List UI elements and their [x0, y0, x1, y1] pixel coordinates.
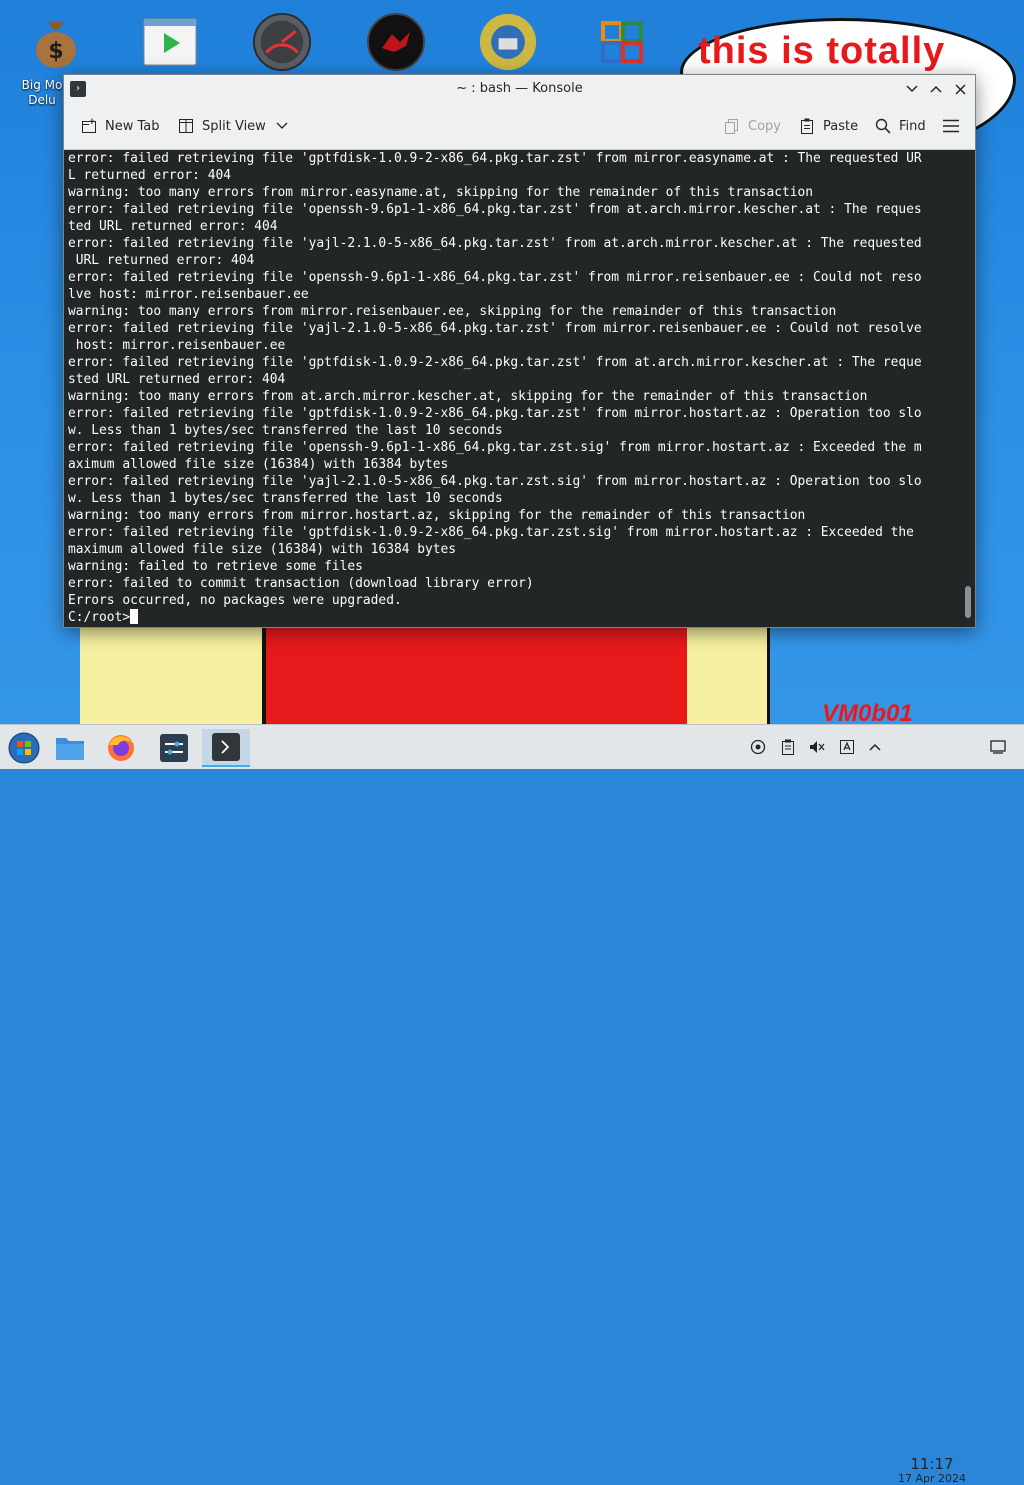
text-cursor — [130, 609, 139, 624]
wallpaper-yellow-shape-left — [80, 620, 262, 724]
terminal-line: error: failed retrieving file 'yajl-2.1.… — [68, 474, 922, 489]
copy-icon — [723, 117, 741, 135]
chevron-down-icon[interactable] — [902, 79, 922, 99]
terminal-icon — [212, 733, 240, 761]
terminal-line: L returned error: 404 — [68, 168, 231, 183]
terminal-line: URL returned error: 404 — [68, 253, 255, 268]
wallpaper-red-shape — [262, 620, 695, 724]
terminal-text: error: failed retrieving file 'gptfdisk-… — [68, 150, 922, 626]
terminal-prompt[interactable]: C:/root> — [68, 609, 922, 626]
window-title: ~ : bash — Konsole — [456, 81, 583, 96]
svg-text:$: $ — [48, 39, 63, 64]
terminal-line: Errors occurred, no packages were upgrad… — [68, 593, 402, 608]
terminal-line: error: failed retrieving file 'gptfdisk-… — [68, 406, 922, 421]
desktop-icon-label[interactable]: Big Mo Delu — [18, 78, 66, 108]
find-button[interactable]: Find — [874, 115, 926, 137]
terminal-line: sted URL returned error: 404 — [68, 372, 286, 387]
toolbar: New Tab Split View Copy Paste Find — [64, 103, 975, 150]
split-view-label: Split View — [202, 118, 266, 134]
clock-date[interactable]: 17 Apr 2024 — [890, 1472, 974, 1485]
scrollbar[interactable] — [962, 150, 975, 627]
scrollbar-thumb[interactable] — [965, 586, 971, 618]
clock-time[interactable]: 11:17 — [900, 1455, 964, 1473]
terminal-output[interactable]: error: failed retrieving file 'gptfdisk-… — [64, 150, 962, 627]
terminal-line: host: mirror.reisenbauer.ee — [68, 338, 286, 353]
volume-muted-icon[interactable] — [808, 738, 826, 756]
konsole-window: › ~ : bash — Konsole New Tab Split View — [63, 74, 976, 628]
chevron-up-icon[interactable] — [866, 738, 884, 756]
paste-label: Paste — [823, 118, 859, 134]
office-grid-icon[interactable] — [592, 12, 652, 72]
file-manager-button[interactable] — [48, 729, 92, 767]
terminal-line: warning: too many errors from mirror.hos… — [68, 508, 806, 523]
speech-bubble-text: this is totally — [698, 30, 946, 72]
chevron-down-icon[interactable] — [273, 117, 291, 135]
terminal-line: aximum allowed file size (16384) with 16… — [68, 457, 449, 472]
speedometer-icon[interactable] — [252, 12, 312, 72]
terminal-line: ted URL returned error: 404 — [68, 219, 278, 234]
hamburger-menu-icon — [942, 117, 960, 135]
sun-globe-icon[interactable] — [478, 12, 538, 72]
terminal-line: lve host: mirror.reisenbauer.ee — [68, 287, 309, 302]
folder-icon — [56, 738, 84, 760]
copy-label: Copy — [748, 118, 781, 134]
paste-button[interactable]: Paste — [798, 115, 858, 137]
split-view-icon — [177, 117, 195, 135]
paste-icon — [798, 117, 816, 135]
windows-orb-icon — [8, 732, 40, 764]
terminal-line: warning: failed to retrieve some files — [68, 559, 363, 574]
network-icon[interactable] — [749, 738, 767, 756]
clipboard-icon[interactable] — [779, 738, 797, 756]
terminal-line: error: failed retrieving file 'gptfdisk-… — [68, 525, 914, 540]
terminal-line: warning: too many errors from mirror.rei… — [68, 304, 837, 319]
terminal-line: warning: too many errors from mirror.eas… — [68, 185, 814, 200]
system-settings-button[interactable] — [152, 729, 196, 767]
hamburger-menu-button[interactable] — [942, 115, 960, 137]
maximize-button[interactable] — [926, 79, 946, 99]
new-tab-button[interactable]: New Tab — [80, 115, 160, 137]
terminal-line: error: failed retrieving file 'openssh-9… — [68, 202, 922, 217]
terminal-line: error: failed retrieving file 'openssh-9… — [68, 270, 922, 285]
firefox-button[interactable] — [99, 729, 143, 767]
wallpaper-yellow-shape-right — [687, 620, 770, 724]
find-label: Find — [899, 118, 926, 134]
show-desktop-icon[interactable] — [989, 738, 1007, 756]
terminal-line: w. Less than 1 bytes/sec transferred the… — [68, 491, 503, 506]
watermark-text: VM0b01 — [822, 700, 913, 724]
taskbar: 11:17 17 Apr 2024 — [0, 724, 1024, 1485]
money-bag-icon[interactable]: $ — [26, 12, 86, 72]
start-menu-button[interactable] — [2, 729, 46, 767]
copy-button[interactable]: Copy — [723, 115, 781, 137]
terminal-line: w. Less than 1 bytes/sec transferred the… — [68, 423, 503, 438]
terminal-line: error: failed retrieving file 'yajl-2.1.… — [68, 236, 922, 251]
terminal-line: maximum allowed file size (16384) with 1… — [68, 542, 457, 557]
display-settings-icon[interactable] — [838, 738, 856, 756]
media-player-icon[interactable] — [140, 12, 200, 72]
terminal-line: warning: too many errors from at.arch.mi… — [68, 389, 868, 404]
close-button[interactable] — [950, 79, 970, 99]
firefox-icon — [108, 735, 134, 761]
prompt-text: C:/root> — [68, 610, 131, 625]
red-orb-icon[interactable] — [366, 12, 426, 72]
terminal-line: error: failed to commit transaction (dow… — [68, 576, 534, 591]
terminal-line: error: failed retrieving file 'gptfdisk-… — [68, 355, 922, 370]
split-view-button[interactable]: Split View — [177, 115, 291, 137]
settings-sliders-icon — [160, 734, 188, 762]
terminal-line: error: failed retrieving file 'gptfdisk-… — [68, 151, 922, 166]
terminal-line: error: failed retrieving file 'openssh-9… — [68, 440, 922, 455]
title-bar[interactable]: › ~ : bash — Konsole — [64, 75, 975, 103]
konsole-task-button[interactable] — [202, 729, 250, 767]
terminal-line: error: failed retrieving file 'yajl-2.1.… — [68, 321, 922, 336]
search-icon — [874, 117, 892, 135]
new-tab-label: New Tab — [105, 118, 160, 134]
new-tab-icon — [80, 117, 98, 135]
